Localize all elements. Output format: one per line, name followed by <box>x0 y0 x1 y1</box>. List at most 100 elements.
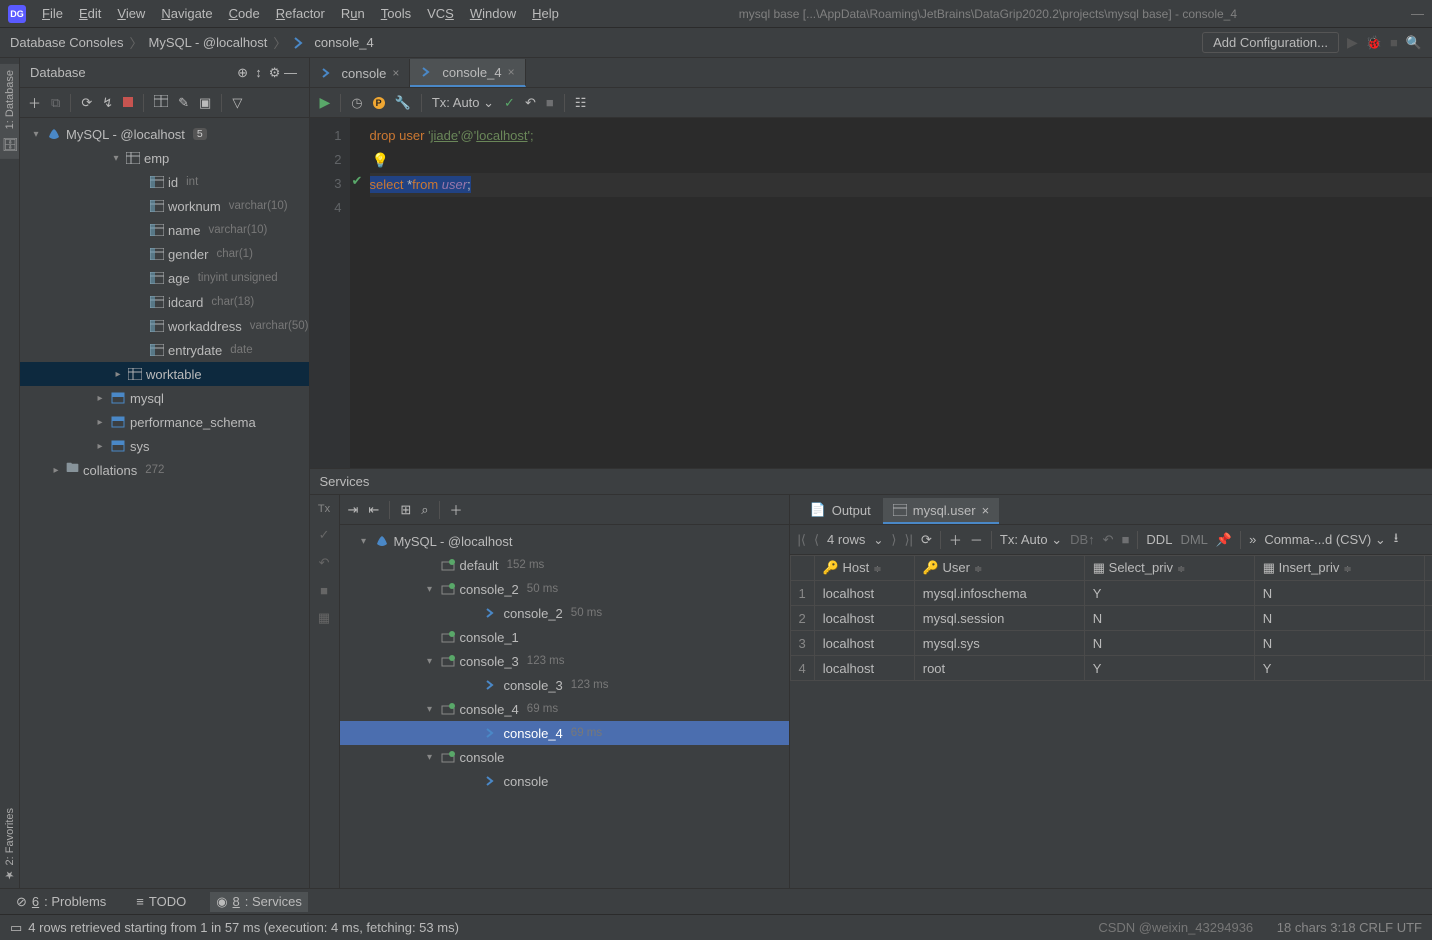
expand-all-icon[interactable]: ⇥ <box>348 502 359 518</box>
menu-view[interactable]: View <box>111 4 151 23</box>
column-header[interactable]: 🔑 Host≑ <box>814 556 914 581</box>
tx-mode[interactable]: Tx: Auto ⌄ <box>1000 532 1062 548</box>
stop-icon[interactable]: ■ <box>320 583 328 598</box>
cell[interactable]: localhost <box>814 631 914 656</box>
ddl-button[interactable]: DDL <box>1146 532 1172 547</box>
group-icon[interactable]: ⊞ <box>400 502 411 518</box>
services-item[interactable]: ▾console_469 ms <box>340 697 789 721</box>
settings-icon[interactable]: ☷ <box>575 95 587 111</box>
cell[interactable]: N <box>1084 606 1254 631</box>
add-icon[interactable]: ＋ <box>28 93 41 112</box>
menu-code[interactable]: Code <box>223 4 266 23</box>
column-header[interactable]: ▦ Insert_priv≑ <box>1254 556 1424 581</box>
cell[interactable]: N <box>1424 631 1432 656</box>
hide-icon[interactable]: — <box>283 65 299 81</box>
download-icon[interactable]: ⭳ <box>1394 529 1399 551</box>
cancel-icon[interactable]: ■ <box>546 95 554 110</box>
first-page-icon[interactable]: |⟨ <box>798 532 806 548</box>
run-icon[interactable]: ▶ <box>1347 34 1358 51</box>
result-grid[interactable]: 🔑 Host≑🔑 User≑▦ Select_priv≑▦ Insert_pri… <box>790 555 1432 888</box>
column-node[interactable]: genderchar(1) <box>20 242 309 266</box>
cell[interactable]: mysql.infoschema <box>914 581 1084 606</box>
column-header[interactable]: ▦ Update_priv≑ <box>1424 556 1432 581</box>
gear-icon[interactable]: ⚙ <box>267 65 283 81</box>
debug-icon[interactable]: 🐞 <box>1366 35 1382 51</box>
search-icon[interactable]: 🔍 <box>1406 35 1422 51</box>
bulb-icon[interactable]: 💡 <box>370 152 389 168</box>
menu-run[interactable]: Run <box>335 4 371 23</box>
breadcrumb-item[interactable]: Database Consoles <box>10 35 123 50</box>
stop-icon[interactable] <box>123 95 133 110</box>
tab-console-4[interactable]: console_4 × <box>410 59 525 87</box>
schema-node[interactable]: ▸performance_schema <box>20 410 309 434</box>
cell[interactable]: N <box>1254 606 1424 631</box>
column-node[interactable]: idint <box>20 170 309 194</box>
column-node[interactable]: workaddressvarchar(50) <box>20 314 309 338</box>
cell[interactable]: mysql.sys <box>914 631 1084 656</box>
cell[interactable]: localhost <box>814 606 914 631</box>
next-page-icon[interactable]: ⟩ <box>891 532 896 548</box>
column-node[interactable]: agetinyint unsigned <box>20 266 309 290</box>
remove-row-icon[interactable]: － <box>970 530 983 549</box>
close-icon[interactable]: × <box>508 65 515 79</box>
tab-services[interactable]: ◉8: Services <box>210 892 308 912</box>
code-editor[interactable]: 1 2 3 4 ✔ drop user 'jiade'@'localhost';… <box>310 118 1432 468</box>
services-item[interactable]: console_1 <box>340 625 789 649</box>
wrench-icon[interactable]: 🔧 <box>395 95 411 111</box>
export-format[interactable]: Comma-...d (CSV) ⌄ <box>1264 532 1385 548</box>
submit-icon[interactable]: DB↑ <box>1070 532 1095 547</box>
more-icon[interactable]: » <box>1249 532 1256 547</box>
refresh-icon[interactable]: ⟳ <box>81 95 92 111</box>
add-configuration-button[interactable]: Add Configuration... <box>1202 32 1339 53</box>
cell[interactable]: localhost <box>814 581 914 606</box>
menu-file[interactable]: File <box>36 4 69 23</box>
services-item[interactable]: ▾console_250 ms <box>340 577 789 601</box>
add-icon[interactable]: ＋ <box>450 500 463 519</box>
cell[interactable]: root <box>914 656 1084 681</box>
commit-icon[interactable]: ✓ <box>504 95 515 111</box>
services-item[interactable]: console_3123 ms <box>340 673 789 697</box>
filter-icon[interactable]: ▽ <box>232 95 242 111</box>
schema-node[interactable]: ▾ emp <box>20 146 309 170</box>
menu-vcs[interactable]: VCS <box>421 4 460 23</box>
menu-window[interactable]: Window <box>464 4 522 23</box>
check-icon[interactable]: ✓ <box>319 527 330 543</box>
column-node[interactable]: entrydatedate <box>20 338 309 362</box>
cell[interactable]: N <box>1424 581 1432 606</box>
prev-page-icon[interactable]: ⟨ <box>814 532 819 548</box>
services-item[interactable]: default152 ms <box>340 553 789 577</box>
cancel-icon[interactable]: ■ <box>1122 532 1130 547</box>
tab-todo[interactable]: ≡TODO <box>130 892 192 911</box>
column-node[interactable]: idcardchar(18) <box>20 290 309 314</box>
menu-tools[interactable]: Tools <box>375 4 417 23</box>
menu-navigate[interactable]: Navigate <box>155 4 218 23</box>
cell[interactable]: Y <box>1424 656 1432 681</box>
folder-node[interactable]: ▸ 🖿 collations 272 <box>20 458 309 482</box>
datasource-node[interactable]: ▾ MySQL - @localhost 5 <box>20 122 309 146</box>
tx-icon[interactable]: Tx <box>318 503 330 515</box>
column-node[interactable]: namevarchar(10) <box>20 218 309 242</box>
copy-icon[interactable]: ⧉ <box>51 95 60 111</box>
close-icon[interactable]: × <box>982 503 990 518</box>
services-item[interactable]: console_469 ms <box>340 721 789 745</box>
pin-icon[interactable]: 📌 <box>1216 532 1232 548</box>
column-header[interactable]: 🔑 User≑ <box>914 556 1084 581</box>
menu-help[interactable]: Help <box>526 4 565 23</box>
sync-icon[interactable]: ↯ <box>102 95 113 111</box>
services-item[interactable]: console_250 ms <box>340 601 789 625</box>
minimize-icon[interactable]: — <box>1411 6 1424 21</box>
column-node[interactable]: worknumvarchar(10) <box>20 194 309 218</box>
add-row-icon[interactable]: ＋ <box>949 530 962 549</box>
expand-icon[interactable]: ↕ <box>251 65 267 81</box>
history-icon[interactable]: ◷ <box>351 95 362 111</box>
layout-icon[interactable]: ▦ <box>318 610 330 626</box>
revert-icon[interactable]: ↶ <box>1103 532 1114 548</box>
code-content[interactable]: drop user 'jiade'@'localhost'; 💡 select … <box>350 118 1432 468</box>
dml-button[interactable]: DML <box>1180 532 1207 547</box>
breadcrumb-item[interactable]: MySQL - @localhost <box>148 35 267 50</box>
collapse-all-icon[interactable]: ⇤ <box>368 502 379 518</box>
cell[interactable]: N <box>1084 631 1254 656</box>
favorites-tool-tab[interactable]: ★ 2: Favorites <box>1 802 18 888</box>
cell[interactable]: N <box>1254 581 1424 606</box>
database-tool-tab[interactable]: 🗄 1: Database <box>0 64 19 159</box>
